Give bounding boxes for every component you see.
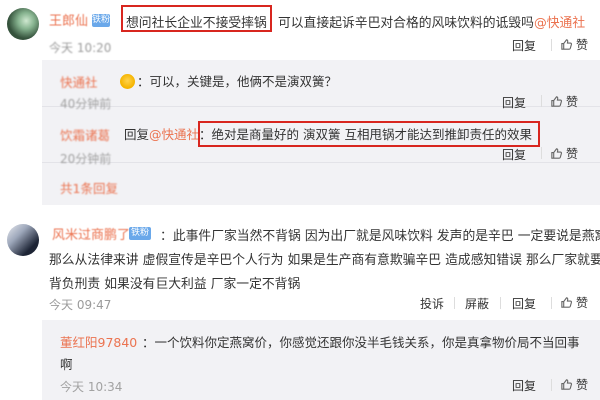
like-label: 赞 xyxy=(566,147,579,161)
reply-list: 董红阳97840 ：一个饮料你定燕窝价，你感觉还跟你没半毛钱关系，你是真拿物价局… xyxy=(42,320,600,400)
like-label: 赞 xyxy=(576,296,589,310)
comment-thread-1: 王郎仙 铁粉 想问社长企业不接受摔锅 可以直接起诉辛巴对合格的风味饮料的诋毁吗@… xyxy=(0,0,600,66)
reply-text: ：可以，关键是，他俩不是演双簧？ xyxy=(120,71,337,90)
reply-username[interactable]: 饮霜诸葛 xyxy=(60,125,110,144)
action-divider xyxy=(454,297,455,309)
like-button[interactable]: 赞 xyxy=(550,145,578,162)
reply-item: 饮霜诸葛 回复@快通社：绝对是商量好的 演双簧 互相甩锅才能达到推卸责任的效果 … xyxy=(42,108,600,166)
action-divider xyxy=(541,147,542,159)
action-divider xyxy=(551,297,552,309)
action-divider xyxy=(551,39,552,51)
reply-list: 快通社 ：可以，关键是，他俩不是演双簧？ 40分钟前 回复 赞 饮霜诸葛 回复@… xyxy=(42,60,600,205)
comment-text-line-3: 背负刑责 如果没有巨大利益 厂家一定不背锅 xyxy=(49,277,301,292)
reply-button[interactable]: 回复 xyxy=(512,295,536,312)
reply-username[interactable]: 董红阳97840 xyxy=(60,332,137,351)
like-button[interactable]: 赞 xyxy=(560,376,588,393)
thumbs-up-icon xyxy=(561,297,573,308)
comment-username[interactable]: 风米过商鹏了 xyxy=(52,224,130,243)
comment-text-line-2: 那么从法律来讲 虚假宣传是辛巴个人行为 如果是生产商有意欺骗辛巴 造成感知错误 … xyxy=(49,253,600,268)
reply-text-line-2: 啊 xyxy=(60,357,73,372)
mention-link[interactable]: @快通社 xyxy=(534,16,585,31)
thumbs-up-icon xyxy=(561,39,573,50)
reply-button[interactable]: 回复 xyxy=(512,37,536,54)
comment-username[interactable]: 王郎仙 xyxy=(49,10,88,29)
action-divider xyxy=(551,379,552,391)
comment-time: 今天 10:20 xyxy=(49,41,112,55)
emoji-icon xyxy=(120,74,135,89)
like-label: 赞 xyxy=(576,38,589,52)
user-avatar[interactable] xyxy=(7,224,39,256)
comment-time: 今天 09:47 xyxy=(49,298,112,312)
reply-username[interactable]: 快通社 xyxy=(60,72,98,91)
weibo-comments-page: 王郎仙 铁粉 想问社长企业不接受摔锅 可以直接起诉辛巴对合格的风味饮料的诋毁吗@… xyxy=(0,0,600,400)
action-divider xyxy=(541,95,542,107)
reply-button[interactable]: 回复 xyxy=(502,146,526,163)
report-button[interactable]: 投诉 xyxy=(420,295,444,312)
comment-highlighted-text: 想问社长企业不接受摔锅 xyxy=(126,16,267,31)
like-button[interactable]: 赞 xyxy=(560,294,588,311)
user-avatar[interactable] xyxy=(7,8,39,40)
block-button[interactable]: 屏蔽 xyxy=(465,295,489,312)
reply-text: 回复@快通社：绝对是商量好的 演双簧 互相甩锅才能达到推卸责任的效果 xyxy=(124,127,532,142)
reply-button[interactable]: 回复 xyxy=(512,377,536,394)
mention-link[interactable]: @快通社 xyxy=(149,127,199,142)
reply-time: 今天 10:34 xyxy=(60,380,123,394)
comment-text-line-1: ：此事件厂家当然不背锅 因为出厂就是风味饮料 发声的是辛巴 一定要说是燕窝 xyxy=(160,229,600,244)
comment-text: 可以直接起诉辛巴对合格的风味饮料的诋毁吗@快通社 xyxy=(278,16,586,31)
fan-badge: 铁粉 xyxy=(92,14,111,27)
like-label: 赞 xyxy=(576,378,589,392)
more-replies-link[interactable]: 共1条回复 xyxy=(60,178,118,197)
reply-text-line-1: ：一个饮料你定燕窝价，你感觉还跟你没半毛钱关系，你是真拿物价局不当回事 xyxy=(142,335,580,350)
like-button[interactable]: 赞 xyxy=(560,36,588,53)
thumbs-up-icon xyxy=(551,148,563,159)
reply-item: 快通社 ：可以，关键是，他俩不是演双簧？ 40分钟前 回复 赞 xyxy=(42,60,600,111)
fan-badge: 铁粉 xyxy=(129,227,151,240)
action-divider xyxy=(500,297,501,309)
more-replies-row: 共1条回复 xyxy=(42,164,600,204)
thumbs-up-icon xyxy=(551,96,563,107)
thumbs-up-icon xyxy=(561,379,573,390)
